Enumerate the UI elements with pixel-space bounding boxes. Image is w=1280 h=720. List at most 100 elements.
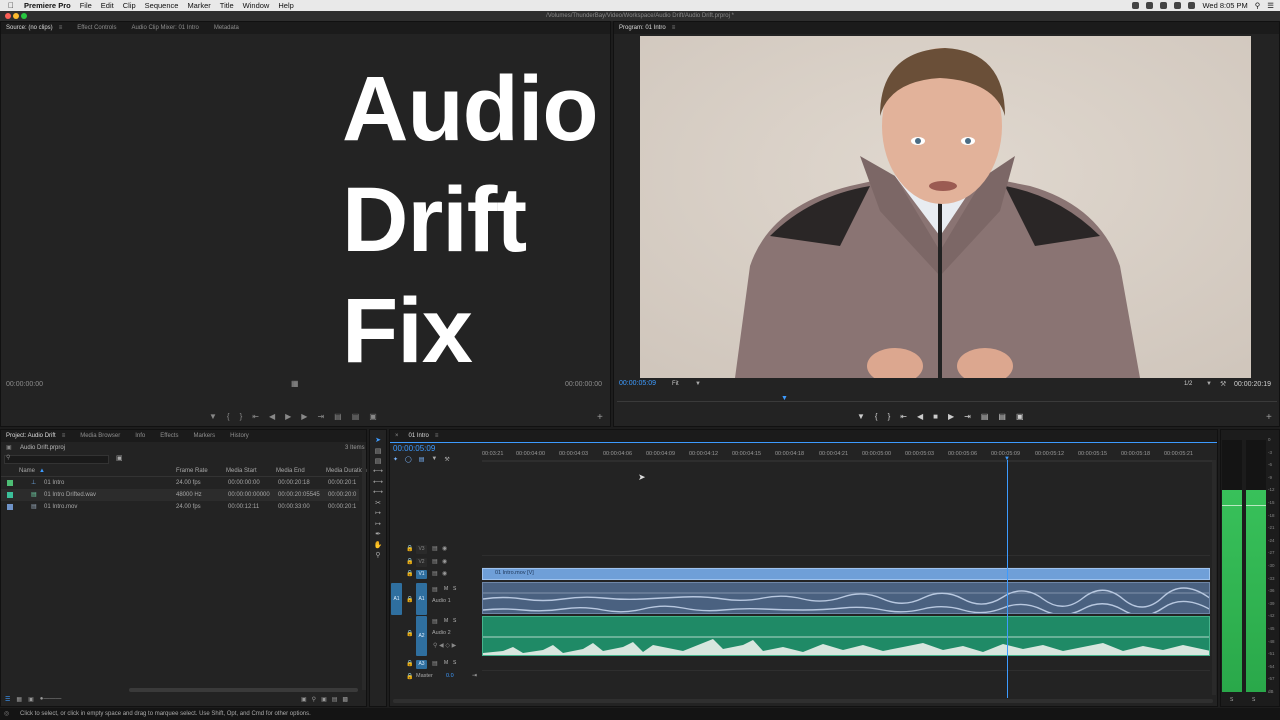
project-item-row[interactable]: ▤ 01 Intro.mov 24.00 fps 00:00:12:11 00:…	[1, 501, 359, 513]
wrench-icon[interactable]: ⚒	[1220, 380, 1226, 388]
add-button-icon[interactable]: +	[597, 412, 603, 423]
label-color-swatch[interactable]	[7, 504, 13, 510]
find-icon[interactable]: ⚲	[312, 696, 316, 703]
project-horizontal-scrollbar[interactable]	[129, 688, 358, 692]
track-v1-target[interactable]: V1	[416, 570, 427, 579]
status-icon[interactable]	[1174, 2, 1182, 9]
label-color-swatch[interactable]	[7, 492, 13, 498]
step-forward-icon[interactable]: ▶	[301, 412, 307, 421]
mark-out-icon[interactable]: }	[888, 412, 891, 421]
sync-lock-icon[interactable]: ▤	[432, 545, 438, 552]
lock-icon[interactable]: 🔒	[406, 545, 413, 552]
audio-clip-a2[interactable]	[482, 616, 1210, 656]
tab-program[interactable]: Program: 01 Intro ≡	[614, 22, 685, 34]
source-patch-a1[interactable]: A1	[391, 583, 402, 615]
status-icon[interactable]	[1146, 2, 1154, 9]
hand-icon[interactable]: ✋	[373, 542, 383, 550]
step-back-icon[interactable]: ◀	[917, 412, 923, 421]
tab-sequence[interactable]: 01 Intro ≡	[409, 430, 449, 442]
lock-icon[interactable]: 🔒	[406, 660, 413, 667]
new-bin-icon[interactable]: ▣	[116, 454, 123, 462]
go-to-in-icon[interactable]: ⇤	[252, 412, 259, 421]
wifi-icon[interactable]	[1188, 2, 1196, 9]
tab-markers[interactable]: Markers	[188, 430, 225, 442]
zoom-level-select[interactable]: Fit	[672, 381, 679, 387]
tab-effect-controls[interactable]: Effect Controls	[72, 22, 126, 34]
mark-in-icon[interactable]: {	[227, 412, 230, 421]
razor-icon[interactable]: ✂	[373, 500, 383, 508]
sort-ascending-icon[interactable]: ▲	[39, 465, 45, 477]
program-timecode[interactable]: 00:00:05:09	[619, 380, 656, 387]
sync-lock-icon[interactable]: ▤	[432, 618, 438, 625]
apple-icon[interactable]: 	[8, 0, 18, 11]
lock-icon[interactable]: 🔒	[406, 673, 413, 680]
menu-window[interactable]: Window	[243, 0, 270, 11]
tab-media-browser[interactable]: Media Browser	[75, 430, 130, 442]
go-to-out-icon[interactable]: ⇥	[964, 412, 971, 421]
source-timecode[interactable]: 00:00:00:00	[6, 381, 43, 388]
clock[interactable]: Wed 8:05 PM	[1202, 0, 1247, 11]
master-volume-value[interactable]: 0.0	[446, 673, 454, 679]
eye-icon[interactable]: ◉	[442, 545, 447, 552]
eye-icon[interactable]: ◉	[442, 570, 447, 577]
column-media-end[interactable]: Media End	[276, 465, 305, 477]
meter-solo-left[interactable]: S	[1230, 697, 1233, 703]
timeline-playhead[interactable]	[1007, 460, 1008, 698]
settings-icon[interactable]: ▦	[291, 379, 299, 388]
add-button-icon[interactable]: +	[1266, 412, 1272, 423]
export-frame-icon[interactable]: ▣	[369, 412, 377, 421]
timeline-timecode[interactable]: 00:00:05:09	[393, 444, 435, 453]
tab-history[interactable]: History	[225, 430, 259, 442]
column-media-duration[interactable]: Media Duration	[326, 465, 367, 477]
chevron-down-icon[interactable]: ▼	[1206, 381, 1212, 387]
program-scrubber-track[interactable]	[617, 401, 1277, 402]
selection-tool-icon[interactable]: ➤	[373, 437, 383, 445]
menu-marker[interactable]: Marker	[187, 0, 210, 11]
slide-icon[interactable]: ↦	[373, 521, 383, 529]
close-icon[interactable]: ×	[390, 430, 409, 442]
track-select-backward-icon[interactable]: ▤	[373, 458, 383, 466]
list-view-icon[interactable]: ☰	[5, 696, 10, 703]
status-icon[interactable]	[1132, 2, 1140, 9]
stop-icon[interactable]: ■	[933, 412, 938, 421]
track-a3-target[interactable]: A3	[416, 660, 427, 669]
rolling-edit-icon[interactable]: ⟷	[373, 479, 383, 487]
chevron-down-icon[interactable]: ▼	[695, 381, 701, 387]
keyframe-nav-icon[interactable]: ⚲ ◀ ◇ ▶	[433, 642, 456, 649]
tab-project[interactable]: Project: Audio Drift ≡	[1, 430, 75, 442]
eye-icon[interactable]: ◉	[442, 558, 447, 565]
label-color-swatch[interactable]	[7, 480, 13, 486]
project-search-input[interactable]	[4, 455, 109, 464]
track-a1-target[interactable]: A1	[416, 583, 427, 615]
timeline-horizontal-scrollbar[interactable]	[393, 699, 1213, 703]
meter-solo-right[interactable]: S	[1252, 697, 1255, 703]
sync-lock-icon[interactable]: ▤	[432, 558, 438, 565]
menu-file[interactable]: File	[80, 0, 92, 11]
status-icon[interactable]	[1160, 2, 1168, 9]
column-media-start[interactable]: Media Start	[226, 465, 257, 477]
lock-icon[interactable]: 🔒	[406, 558, 413, 565]
new-bin-icon[interactable]: ▣	[321, 696, 327, 703]
overwrite-icon[interactable]: ▤	[352, 412, 360, 421]
search-icon[interactable]: ⚲	[1255, 0, 1261, 11]
track-v3-target[interactable]: V3	[416, 545, 427, 554]
mute-button[interactable]: M	[444, 660, 448, 666]
mute-button[interactable]: M	[444, 586, 448, 592]
project-item-row[interactable]: ▤ 01 Intro Drifted.wav 48000 Hz 00:00:00…	[1, 489, 359, 501]
minimize-window-button[interactable]	[13, 13, 19, 19]
ripple-edit-icon[interactable]: ⟷	[373, 468, 383, 476]
column-frame-rate[interactable]: Frame Rate	[176, 465, 208, 477]
wrench-icon[interactable]: ⚒	[444, 456, 449, 463]
lock-icon[interactable]: 🔒	[406, 596, 413, 603]
close-window-button[interactable]	[5, 13, 11, 19]
track-v2-target[interactable]: V2	[416, 558, 427, 567]
playhead-marker[interactable]: ▼	[781, 395, 788, 402]
solo-button[interactable]: S	[453, 660, 456, 666]
sync-lock-icon[interactable]: ▤	[432, 586, 438, 593]
go-to-in-icon[interactable]: ⇤	[900, 412, 907, 421]
tab-audio-clip-mixer[interactable]: Audio Clip Mixer: 01 Intro	[126, 22, 208, 34]
project-vertical-scrollbar[interactable]	[362, 450, 366, 690]
video-clip[interactable]: 01 Intro.mov [V]	[482, 568, 1210, 580]
menu-app-name[interactable]: Premiere Pro	[24, 0, 71, 11]
icon-view-icon[interactable]: ▦	[16, 696, 22, 703]
